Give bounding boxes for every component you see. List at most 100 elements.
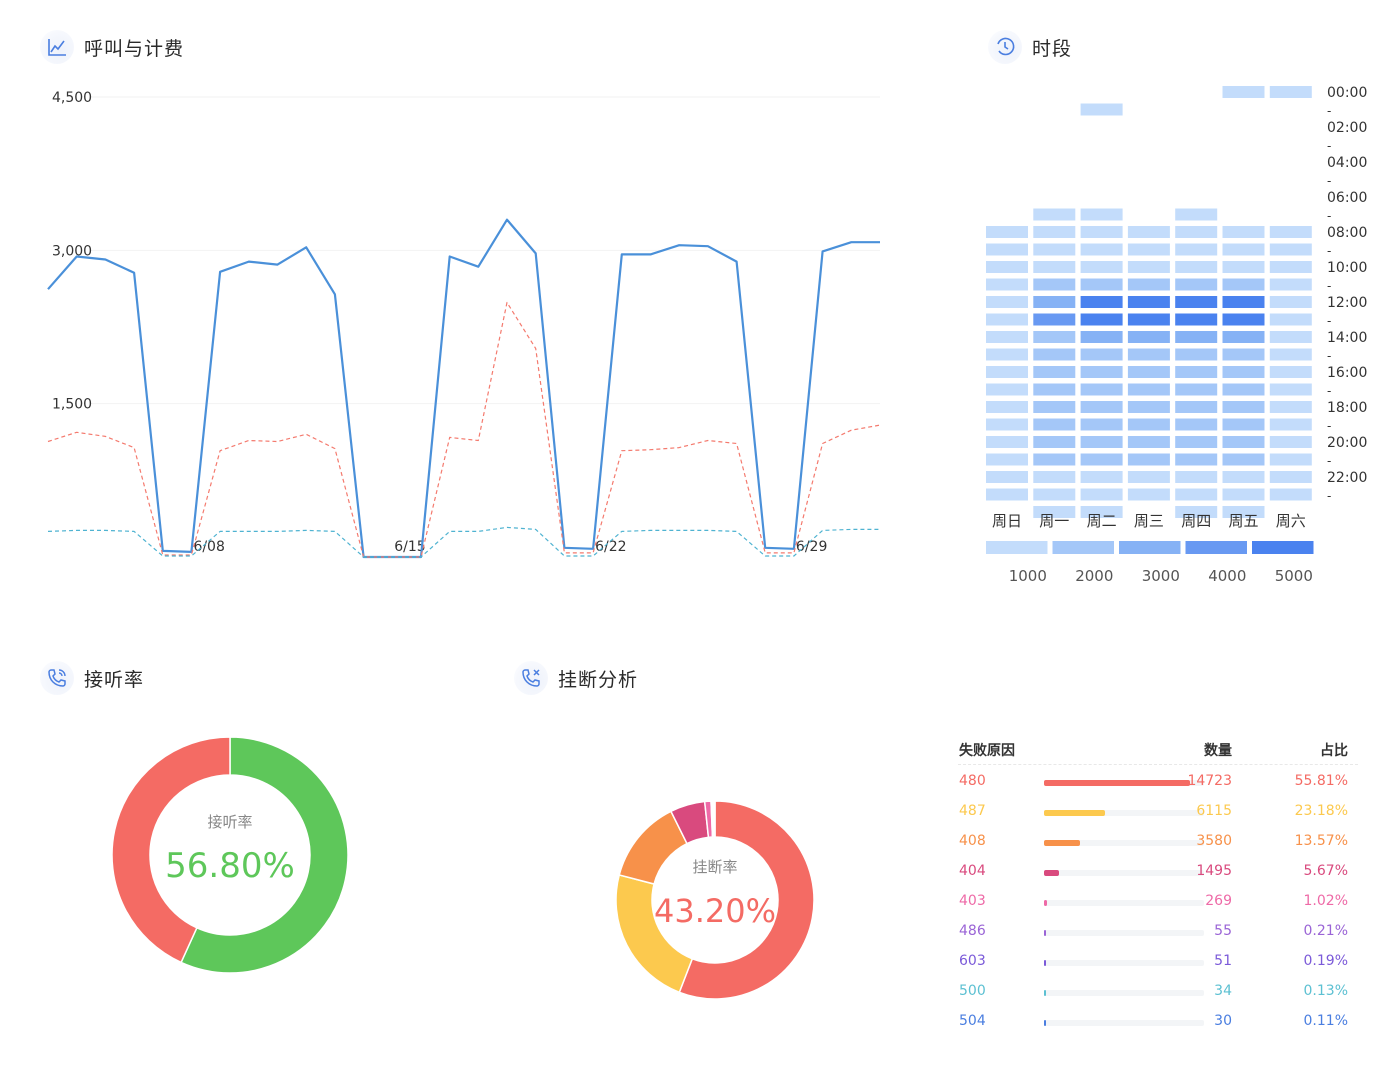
- heatmap-cell[interactable]: [986, 313, 1028, 326]
- heatmap-cell[interactable]: [1033, 383, 1076, 396]
- heatmap-cell[interactable]: [986, 488, 1028, 501]
- heatmap-cell[interactable]: [1080, 278, 1123, 291]
- heatmap-cell[interactable]: [1127, 278, 1170, 291]
- heatmap-cell[interactable]: [1080, 226, 1123, 238]
- heatmap-cell[interactable]: [1175, 383, 1218, 396]
- heatmap-cell[interactable]: [1222, 331, 1265, 343]
- heatmap-cell[interactable]: [1033, 453, 1076, 466]
- heatmap-cell[interactable]: [1127, 331, 1170, 343]
- heatmap-cell[interactable]: [1222, 366, 1265, 378]
- heatmap-cell[interactable]: [1222, 313, 1265, 326]
- heatmap-cell[interactable]: [1222, 436, 1265, 448]
- heatmap-cell[interactable]: [1269, 278, 1312, 291]
- heatmap-cell[interactable]: [1033, 208, 1076, 221]
- heatmap-cell[interactable]: [1175, 471, 1218, 483]
- heatmap-cell[interactable]: [1033, 296, 1076, 308]
- heatmap-cell[interactable]: [1175, 348, 1218, 361]
- heatmap-cell[interactable]: [1127, 226, 1170, 238]
- legend-swatch[interactable]: [1052, 541, 1115, 554]
- heatmap-cell[interactable]: [1080, 331, 1123, 343]
- heatmap-cell[interactable]: [1269, 488, 1312, 501]
- heatmap-cell[interactable]: [1175, 366, 1218, 378]
- heatmap-cell[interactable]: [1127, 366, 1170, 378]
- heatmap-cell[interactable]: [1080, 348, 1123, 361]
- heatmap-cell[interactable]: [986, 436, 1028, 448]
- heatmap-cell[interactable]: [1175, 331, 1218, 343]
- heatmap-cell[interactable]: [1222, 86, 1265, 98]
- heatmap-cell[interactable]: [1033, 226, 1076, 238]
- heatmap-cell[interactable]: [1127, 296, 1170, 308]
- heatmap-cell[interactable]: [1127, 488, 1170, 501]
- heatmap-cell[interactable]: [986, 296, 1028, 308]
- heatmap-cell[interactable]: [986, 383, 1028, 396]
- heatmap-cell[interactable]: [1269, 226, 1312, 238]
- heatmap-cell[interactable]: [1222, 261, 1265, 273]
- heatmap-cell[interactable]: [1222, 383, 1265, 396]
- heatmap-cell[interactable]: [1033, 348, 1076, 361]
- heatmap-cell[interactable]: [1080, 296, 1123, 308]
- heatmap-cell[interactable]: [1269, 401, 1312, 413]
- heatmap-cell[interactable]: [1175, 261, 1218, 273]
- heatmap-cell[interactable]: [1175, 226, 1218, 238]
- heatmap-cell[interactable]: [1222, 278, 1265, 291]
- heatmap-cell[interactable]: [1127, 348, 1170, 361]
- heatmap-cell[interactable]: [1222, 488, 1265, 501]
- heatmap-cell[interactable]: [1269, 418, 1312, 431]
- heatmap-cell[interactable]: [1269, 261, 1312, 273]
- heatmap-cell[interactable]: [1269, 296, 1312, 308]
- heatmap-cell[interactable]: [1222, 348, 1265, 361]
- heatmap-cell[interactable]: [986, 348, 1028, 361]
- heatmap-cell[interactable]: [1269, 331, 1312, 343]
- heatmap-cell[interactable]: [1222, 296, 1265, 308]
- heatmap-cell[interactable]: [1127, 436, 1170, 448]
- donut-slice[interactable]: [713, 800, 716, 838]
- heatmap-cell[interactable]: [1269, 471, 1312, 483]
- heatmap-cell[interactable]: [1127, 453, 1170, 466]
- heatmap-cell[interactable]: [1175, 296, 1218, 308]
- heatmap-cell[interactable]: [986, 401, 1028, 413]
- heatmap-cell[interactable]: [1175, 453, 1218, 466]
- heatmap-cell[interactable]: [1080, 366, 1123, 378]
- heatmap-cell[interactable]: [1033, 471, 1076, 483]
- heatmap-cell[interactable]: [1127, 313, 1170, 326]
- legend-swatch[interactable]: [1252, 541, 1314, 554]
- heatmap-cell[interactable]: [986, 366, 1028, 378]
- heatmap-cell[interactable]: [986, 331, 1028, 343]
- heatmap-cell[interactable]: [1175, 313, 1218, 326]
- heatmap-cell[interactable]: [1269, 348, 1312, 361]
- heatmap-cell[interactable]: [1080, 453, 1123, 466]
- heatmap-cell[interactable]: [1269, 436, 1312, 448]
- heatmap-cell[interactable]: [986, 418, 1028, 431]
- heatmap-cell[interactable]: [1175, 278, 1218, 291]
- heatmap-cell[interactable]: [1080, 383, 1123, 396]
- heatmap-cell[interactable]: [1269, 366, 1312, 378]
- heatmap-cell[interactable]: [1175, 436, 1218, 448]
- heatmap-cell[interactable]: [1080, 103, 1123, 116]
- heatmap-cell[interactable]: [1269, 453, 1312, 466]
- legend-swatch[interactable]: [1185, 541, 1248, 554]
- heatmap-cell[interactable]: [1269, 86, 1312, 98]
- heatmap-cell[interactable]: [1127, 261, 1170, 273]
- heatmap-cell[interactable]: [1080, 488, 1123, 501]
- heatmap-cell[interactable]: [1222, 243, 1265, 256]
- heatmap-cell[interactable]: [1175, 401, 1218, 413]
- heatmap-cell[interactable]: [1222, 453, 1265, 466]
- heatmap-cell[interactable]: [1269, 383, 1312, 396]
- heatmap-cell[interactable]: [1033, 488, 1076, 501]
- heatmap-cell[interactable]: [986, 243, 1028, 256]
- heatmap-cell[interactable]: [1222, 471, 1265, 483]
- heatmap-cell[interactable]: [1080, 436, 1123, 448]
- heatmap-cell[interactable]: [1033, 278, 1076, 291]
- heatmap-cell[interactable]: [1175, 243, 1218, 256]
- heatmap-cell[interactable]: [1127, 383, 1170, 396]
- heatmap-cell[interactable]: [1127, 243, 1170, 256]
- heatmap-cell[interactable]: [1033, 331, 1076, 343]
- heatmap-cell[interactable]: [1080, 243, 1123, 256]
- heatmap-cell[interactable]: [986, 453, 1028, 466]
- heatmap-cell[interactable]: [1033, 436, 1076, 448]
- heatmap-cell[interactable]: [1033, 243, 1076, 256]
- heatmap-cell[interactable]: [1175, 208, 1218, 221]
- heatmap-cell[interactable]: [986, 226, 1028, 238]
- heatmap-cell[interactable]: [1222, 401, 1265, 413]
- heatmap-cell[interactable]: [1175, 488, 1218, 501]
